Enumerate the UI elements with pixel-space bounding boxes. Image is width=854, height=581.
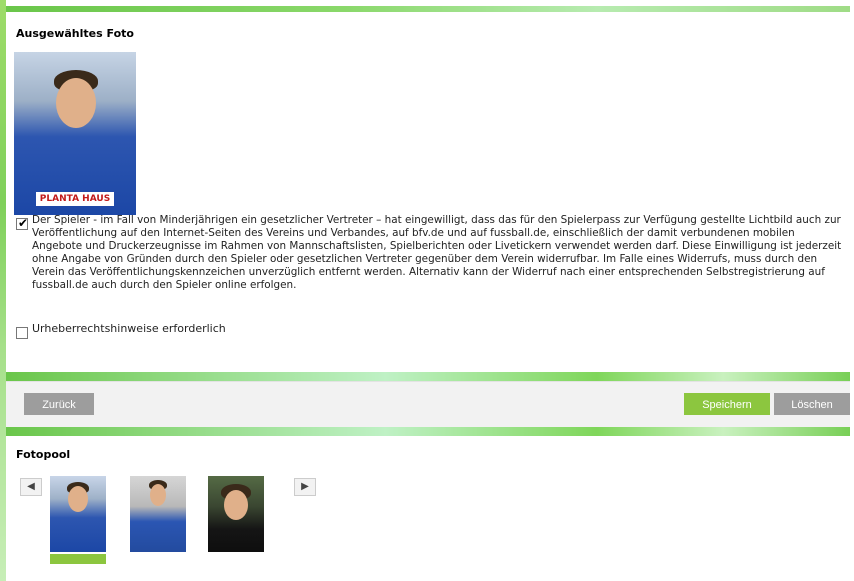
- photo-face: [56, 78, 96, 128]
- checkmark-icon: ✔: [18, 216, 29, 230]
- consent-checkbox[interactable]: ✔: [16, 216, 29, 230]
- thumb-3-face: [224, 490, 248, 520]
- consent-text: Der Spieler - im Fall von Minderjährigen…: [32, 214, 842, 291]
- selected-photo-title: Ausgewähltes Foto: [16, 27, 134, 40]
- selected-photo-image: PLANTA HAUS: [14, 52, 136, 215]
- delete-button[interactable]: Löschen: [774, 393, 850, 415]
- copyright-label: Urheberrechtshinweise erforderlich: [32, 322, 226, 335]
- fotopool-thumbnail-1[interactable]: [50, 476, 106, 552]
- separator-top: [6, 372, 850, 381]
- photo-sponsor-logo: PLANTA HAUS: [36, 192, 114, 206]
- action-toolbar: Zurück Speichern Löschen: [6, 381, 850, 429]
- fotopool-title: Fotopool: [16, 448, 71, 461]
- separator-bottom: [6, 427, 850, 436]
- page: Ausgewähltes Foto PLANTA HAUS ✔ Der Spie…: [0, 0, 854, 581]
- selected-thumbnail-indicator: [50, 554, 106, 564]
- copyright-checkbox[interactable]: [16, 327, 28, 339]
- thumb-2-face: [150, 484, 166, 506]
- fotopool-thumbnail-2[interactable]: [130, 476, 186, 552]
- next-arrow-icon[interactable]: ▶: [294, 478, 316, 496]
- selected-photo-panel: Ausgewähltes Foto PLANTA HAUS ✔ Der Spie…: [6, 12, 850, 369]
- save-button[interactable]: Speichern: [684, 393, 770, 415]
- back-button[interactable]: Zurück: [24, 393, 94, 415]
- prev-arrow-icon[interactable]: ◀: [20, 478, 42, 496]
- thumb-1-face: [68, 486, 88, 512]
- fotopool-thumbnail-3[interactable]: [208, 476, 264, 552]
